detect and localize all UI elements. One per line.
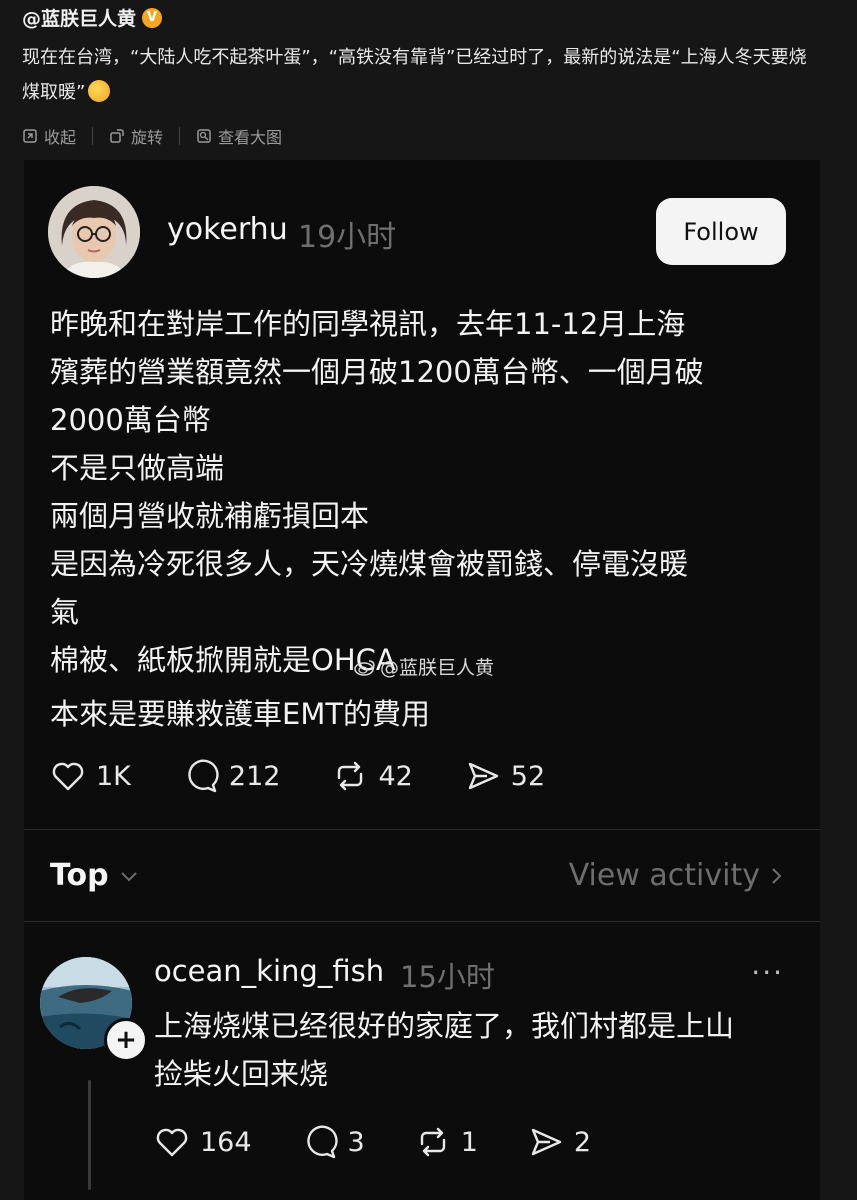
weibo-post-text: 现在在台湾，“大陆人吃不起茶叶蛋”，“高铁没有靠背”已经过时了，最新的说法是“上…	[22, 40, 822, 110]
smiling-face-emoji-icon	[88, 80, 111, 102]
view-large-label: 查看大图	[218, 128, 283, 147]
collapse-label: 收起	[44, 128, 77, 147]
view-activity-label: View activity	[568, 858, 760, 893]
comment-count: 212	[228, 760, 281, 792]
chevron-right-icon	[772, 867, 782, 884]
toolbar-divider	[179, 127, 181, 145]
more-options-icon[interactable]: ···	[751, 956, 784, 989]
verified-badge-icon: V	[142, 7, 163, 28]
reply-like-count: 164	[200, 1126, 252, 1158]
post-line: 不是只做高端	[50, 451, 225, 485]
collapse-icon	[23, 129, 37, 143]
post-line: 兩個月營收就補虧損回本	[50, 499, 370, 533]
avatar[interactable]	[48, 186, 140, 278]
user-portrait-icon	[48, 186, 140, 278]
threads-screenshot: yokerhu 19小时 Follow 昨晚和在對岸工作的同學視訊，去年11-1…	[24, 160, 820, 1200]
post-username[interactable]: yokerhu	[167, 212, 288, 247]
post-line: 本來是要賺救護車EMT的費用	[50, 697, 431, 731]
heart-icon	[52, 762, 84, 791]
share-count: 52	[510, 760, 546, 792]
reply-share-button[interactable]: 2	[528, 1124, 591, 1160]
thread-line	[88, 1080, 91, 1190]
comment-bubble-icon	[188, 759, 219, 793]
weibo-watermark: @蓝朕巨人黄	[354, 653, 494, 680]
reply-share-count: 2	[573, 1126, 592, 1158]
rotate-button[interactable]: 旋转	[109, 124, 163, 148]
comment-button[interactable]: 212	[183, 758, 281, 794]
sort-dropdown[interactable]: Top	[50, 858, 139, 893]
divider	[24, 921, 820, 922]
rotate-label: 旋转	[131, 128, 164, 147]
reply-timestamp: 15小时	[400, 960, 495, 994]
share-button[interactable]: 52	[465, 758, 545, 794]
reply-username[interactable]: ocean_king_fish	[154, 954, 384, 988]
post-line: 昨晚和在對岸工作的同學視訊，去年11-12月上海	[50, 307, 686, 341]
reply-like-button[interactable]: 164	[154, 1124, 252, 1160]
send-icon	[468, 762, 498, 790]
post-line: 是因為冷死很多人，天冷燒煤會被罰錢、停電沒暖	[50, 547, 689, 581]
follow-plus-icon[interactable]: +	[104, 1018, 148, 1062]
repost-icon	[420, 1127, 445, 1157]
weibo-author-name[interactable]: @蓝朕巨人黄	[22, 4, 136, 31]
weibo-post-text-content: 现在在台湾，“大陆人吃不起茶叶蛋”，“高铁没有靠背”已经过时了，最新的说法是“上…	[22, 47, 807, 103]
reply-actions: 164 3 1 2	[154, 1124, 591, 1160]
chevron-down-icon	[120, 871, 137, 881]
repost-count: 42	[378, 760, 413, 792]
rotate-icon	[110, 129, 124, 143]
post-timestamp: 19小时	[298, 220, 397, 255]
weibo-author[interactable]: @蓝朕巨人黄 V	[22, 4, 163, 31]
view-large-button[interactable]: 查看大图	[196, 124, 282, 148]
sort-label: Top	[50, 858, 109, 893]
like-count: 1K	[96, 760, 131, 792]
weibo-header: @蓝朕巨人黄 V 现在在台湾，“大陆人吃不起茶叶蛋”，“高铁没有靠背”已经过时了…	[0, 0, 857, 160]
reply-body: 上海烧煤已经很好的家庭了，我们村都是上山 捡柴火回来烧	[154, 1002, 794, 1098]
post-actions: 1K 212 42 52	[50, 758, 545, 794]
send-icon	[531, 1128, 562, 1156]
divider	[24, 829, 820, 830]
watermark-text: @蓝朕巨人黄	[380, 657, 495, 679]
weibo-logo-icon	[354, 659, 375, 676]
post-line: 2000萬台幣	[50, 403, 211, 437]
repost-button[interactable]: 42	[332, 758, 413, 794]
reply-line: 捡柴火回来烧	[154, 1057, 329, 1091]
reply-repost-count: 1	[460, 1126, 478, 1158]
reply-repost-button[interactable]: 1	[415, 1124, 478, 1160]
post-line: 殯葬的營業額竟然一個月破1200萬台幣、一個月破	[50, 355, 704, 389]
post-line: 氣	[50, 595, 80, 629]
weibo-image-toolbar: 收起 旋转 查看大图	[22, 124, 282, 148]
comment-bubble-icon	[306, 1125, 338, 1159]
follow-button[interactable]: Follow	[656, 198, 786, 265]
collapse-button[interactable]: 收起	[22, 124, 76, 148]
heart-icon	[156, 1128, 188, 1157]
reply-comment-button[interactable]: 3	[302, 1124, 365, 1160]
like-button[interactable]: 1K	[50, 758, 131, 794]
view-activity-link[interactable]: View activity	[569, 858, 782, 893]
repost-icon	[338, 761, 363, 791]
reply-line: 上海烧煤已经很好的家庭了，我们村都是上山	[154, 1009, 735, 1043]
reply-comment-count: 3	[347, 1126, 365, 1158]
toolbar-divider	[92, 127, 94, 145]
view-large-icon	[197, 129, 211, 143]
